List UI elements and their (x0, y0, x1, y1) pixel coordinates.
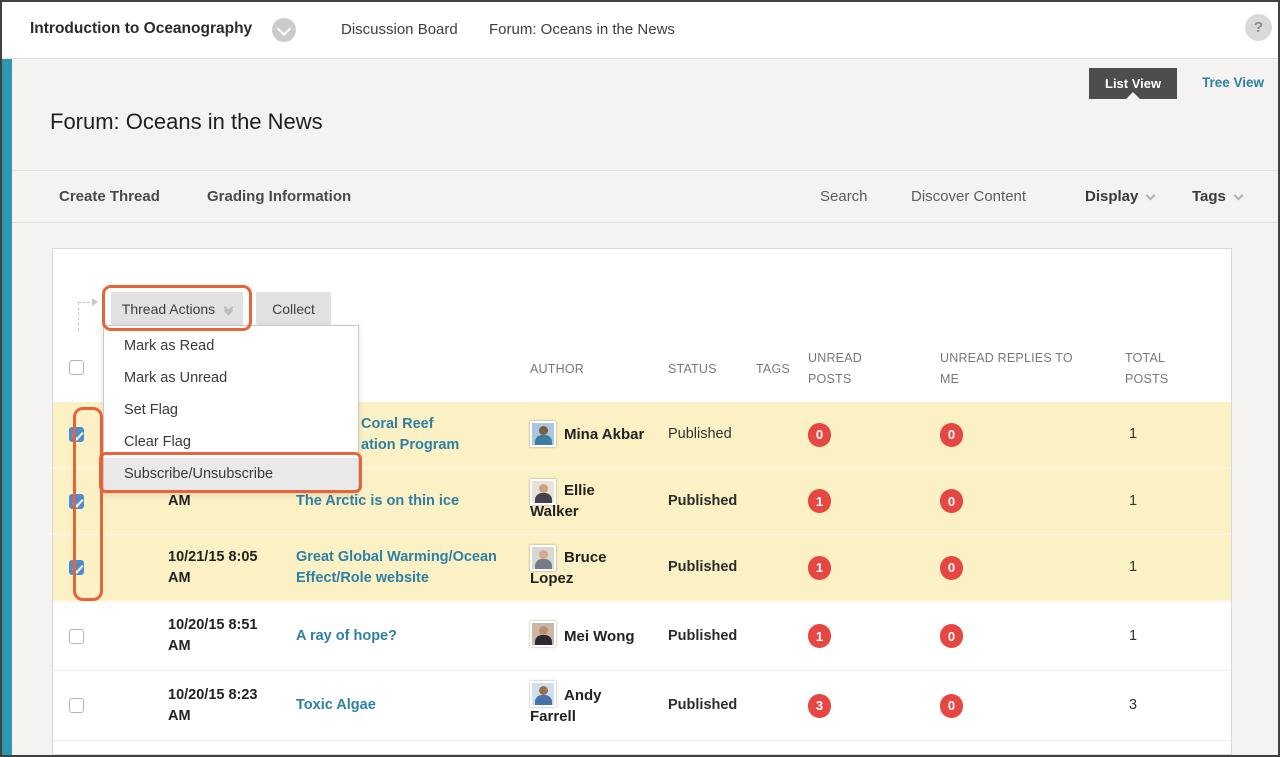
thread-status: Published (668, 402, 753, 467)
column-header-unread-posts: UNREAD POSTS (808, 348, 872, 390)
thread-actions-button[interactable]: Thread Actions (111, 292, 243, 325)
menu-item-mark-as-read[interactable]: Mark as Read (104, 330, 358, 362)
thread-checkbox[interactable] (69, 427, 84, 442)
thread-row: 10/20/15 8:51AM A ray of hope? Mei Wong … (53, 602, 1231, 671)
discover-content-button[interactable]: Discover Content (911, 188, 1026, 205)
thread-checkbox[interactable] (69, 698, 84, 713)
column-header-total-posts: TOTAL POSTS (1125, 348, 1175, 390)
thread-status: Published (668, 602, 753, 670)
thread-actions-menu: Mark as Read Mark as Unread Set Flag Cle… (103, 325, 359, 493)
thread-author: Ellie Walker (530, 469, 665, 533)
tab-list-view-label: List View (1105, 76, 1161, 91)
author-avatar (530, 421, 556, 447)
column-header-tags: TAGS (756, 359, 790, 380)
content-edge-stripe (2, 59, 12, 757)
chevron-down-icon (1233, 191, 1243, 201)
author-avatar (530, 545, 556, 571)
search-button[interactable]: Search (820, 188, 868, 205)
display-dropdown[interactable]: Display (1085, 188, 1154, 205)
unread-posts-badge: 1 (808, 624, 831, 648)
author-avatar (530, 681, 556, 707)
grading-information-button[interactable]: Grading Information (207, 188, 351, 205)
select-all-checkbox[interactable] (69, 360, 84, 375)
menu-item-set-flag[interactable]: Set Flag (104, 394, 358, 426)
threads-panel: Thread Actions Collect AUTHOR STATUS TAG… (52, 248, 1232, 755)
page-title: Forum: Oceans in the News (50, 109, 323, 135)
tags-dropdown[interactable]: Tags (1192, 188, 1242, 205)
thread-checkbox[interactable] (69, 494, 84, 509)
thread-link[interactable]: Great Global Warming/OceanEffect/Role we… (296, 535, 536, 600)
breadcrumb-bar: Introduction to Oceanography Discussion … (2, 2, 1278, 59)
thread-status: Published (668, 671, 753, 740)
thread-author: Bruce Lopez (530, 535, 665, 600)
collect-label: Collect (272, 301, 315, 317)
unread-replies-badge: 0 (940, 624, 963, 648)
thread-link[interactable]: A ray of hope? (296, 602, 536, 670)
unread-replies-badge: 0 (940, 556, 963, 580)
unread-replies-badge: 0 (940, 489, 963, 513)
unread-posts-badge: 1 (808, 489, 831, 513)
select-all-arrow-icon (78, 302, 95, 331)
author-avatar (530, 621, 556, 647)
author-avatar (530, 479, 556, 505)
unread-replies-badge: 0 (940, 423, 963, 447)
menu-item-subscribe-unsubscribe[interactable]: Subscribe/Unsubscribe (104, 458, 358, 490)
chevron-down-icon (1146, 191, 1156, 201)
display-label: Display (1085, 188, 1138, 205)
thread-actions-label: Thread Actions (122, 301, 215, 317)
thread-date: 10/20/15 8:51AM (168, 602, 290, 670)
column-header-unread-replies: UNREAD REPLIES TO ME (940, 348, 1090, 390)
app-window: Introduction to Oceanography Discussion … (0, 0, 1280, 757)
thread-row: 10/20/15 8:23AM Toxic Algae Andy Farrell… (53, 671, 1231, 741)
total-posts: 1 (1129, 535, 1137, 600)
thread-status: Published (668, 535, 753, 600)
thread-date: 10/21/15 8:05AM (168, 535, 290, 600)
thread-author: Andy Farrell (530, 671, 665, 740)
unread-posts-badge: 0 (808, 423, 831, 447)
tab-tree-view[interactable]: Tree View (1202, 75, 1264, 90)
thread-row: 10/21/15 8:05AM Great Global Warming/Oce… (53, 535, 1231, 602)
thread-author: Mei Wong (530, 602, 665, 670)
total-posts: 3 (1129, 671, 1137, 740)
divider (12, 170, 1278, 171)
double-chevron-down-icon (225, 304, 232, 314)
help-icon[interactable]: ? (1245, 14, 1272, 41)
tags-label: Tags (1192, 188, 1226, 205)
divider (12, 222, 1278, 223)
thread-checkbox[interactable] (69, 560, 84, 575)
total-posts: 1 (1129, 602, 1137, 670)
total-posts: 1 (1129, 469, 1137, 533)
unread-posts-badge: 3 (808, 694, 831, 718)
column-header-author: AUTHOR (530, 359, 584, 380)
course-menu-chevron-icon[interactable] (272, 18, 296, 42)
thread-status: Published (668, 469, 753, 533)
collect-button[interactable]: Collect (256, 292, 331, 325)
thread-date: 10/20/15 8:23AM (168, 671, 290, 740)
menu-item-clear-flag[interactable]: Clear Flag (104, 426, 358, 458)
tab-list-view[interactable]: List View (1089, 68, 1177, 99)
column-header-status: STATUS (668, 359, 717, 380)
breadcrumb-discussion-board[interactable]: Discussion Board (341, 21, 458, 38)
thread-link[interactable]: Toxic Algae (296, 671, 536, 740)
total-posts: 1 (1129, 402, 1137, 467)
thread-checkbox[interactable] (69, 629, 84, 644)
active-tab-notch (1126, 92, 1140, 99)
thread-author: Mina Akbar (530, 402, 665, 467)
unread-posts-badge: 1 (808, 556, 831, 580)
create-thread-button[interactable]: Create Thread (59, 188, 160, 205)
menu-item-mark-as-unread[interactable]: Mark as Unread (104, 362, 358, 394)
course-title: Introduction to Oceanography (30, 20, 252, 38)
unread-replies-badge: 0 (940, 694, 963, 718)
breadcrumb-forum: Forum: Oceans in the News (489, 21, 675, 38)
